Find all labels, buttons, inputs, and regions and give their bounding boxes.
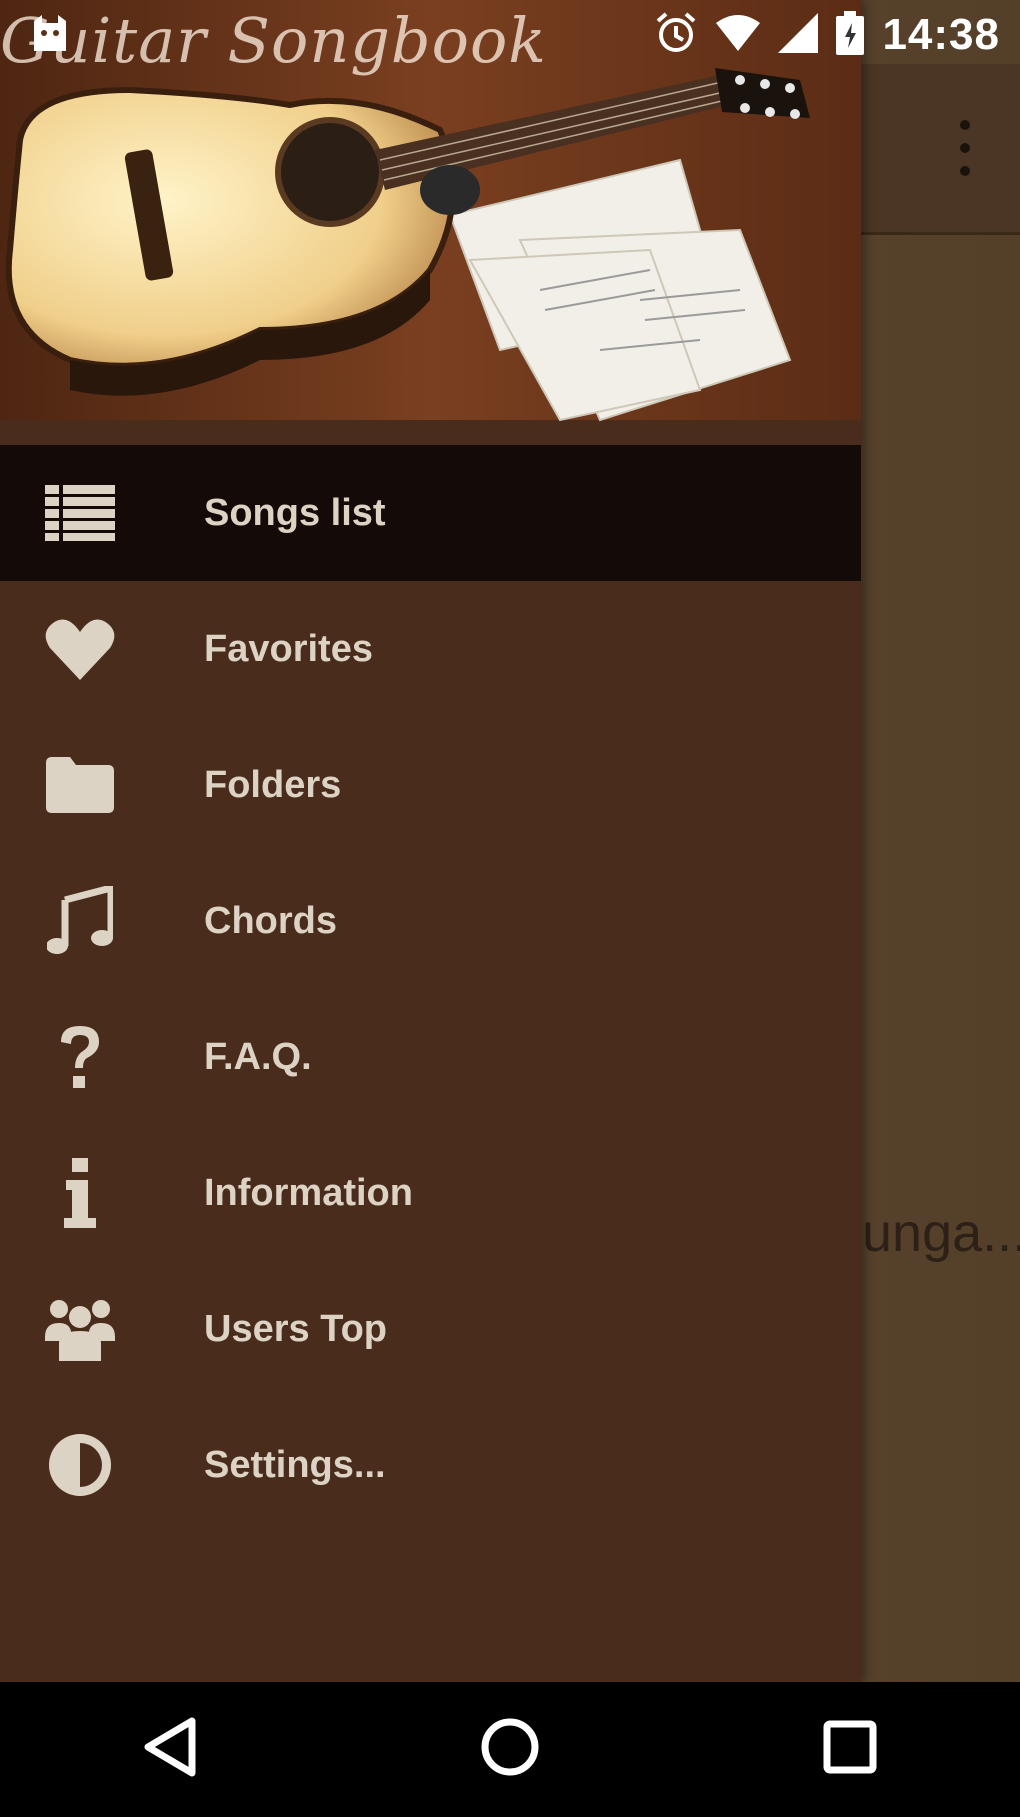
menu-label-folders: Folders xyxy=(204,763,342,806)
info-icon xyxy=(40,1153,120,1233)
wifi-icon xyxy=(716,13,761,58)
music-note-icon xyxy=(40,881,120,961)
back-icon xyxy=(142,1717,198,1782)
contrast-icon xyxy=(40,1425,120,1505)
menu-item-information[interactable]: Information xyxy=(0,1125,861,1261)
signal-icon xyxy=(778,12,819,58)
menu-label-favorites: Favorites xyxy=(204,627,373,670)
menu-item-favorites[interactable]: Favorites xyxy=(0,581,861,717)
menu-item-users-top[interactable]: Users Top xyxy=(0,1261,861,1397)
overflow-menu-button[interactable] xyxy=(950,120,980,176)
alarm-icon xyxy=(654,11,698,60)
app-notification-icon xyxy=(28,11,72,60)
menu-item-folders[interactable]: Folders xyxy=(0,717,861,853)
menu-item-songs-list[interactable]: Songs list xyxy=(0,445,861,581)
menu-item-chords[interactable]: Chords xyxy=(0,853,861,989)
overflow-dot xyxy=(960,143,970,153)
menu-item-settings[interactable]: Settings... xyxy=(0,1397,861,1533)
menu-item-faq[interactable]: F.A.Q. xyxy=(0,989,861,1125)
system-navigation-bar xyxy=(0,1682,1020,1817)
list-icon xyxy=(40,473,120,553)
menu-label-chords: Chords xyxy=(204,899,337,942)
menu-label-information: Information xyxy=(204,1171,413,1214)
status-bar: 14:38 xyxy=(0,0,1020,70)
home-icon xyxy=(480,1717,540,1782)
users-icon xyxy=(40,1289,120,1369)
back-button[interactable] xyxy=(110,1700,230,1800)
menu-label-users-top: Users Top xyxy=(204,1307,388,1350)
drawer-menu: Songs list Favorites Folders Chords F.A.… xyxy=(0,445,861,1533)
battery-icon xyxy=(836,10,865,60)
status-time: 14:38 xyxy=(882,10,1000,59)
overflow-dot xyxy=(960,120,970,130)
home-button[interactable] xyxy=(450,1700,570,1800)
question-icon xyxy=(40,1017,120,1097)
recents-button[interactable] xyxy=(790,1700,910,1800)
background-song-title: unga... xyxy=(862,1203,1020,1263)
folder-icon xyxy=(40,745,120,825)
navigation-drawer: Guitar Songbook Songs list Favorites Fol… xyxy=(0,0,861,1682)
recents-icon xyxy=(822,1719,878,1780)
overflow-dot xyxy=(960,166,970,176)
menu-label-settings: Settings... xyxy=(204,1443,386,1486)
menu-label-songs-list: Songs list xyxy=(204,491,386,534)
menu-label-faq: F.A.Q. xyxy=(204,1035,312,1078)
heart-icon xyxy=(40,609,120,689)
